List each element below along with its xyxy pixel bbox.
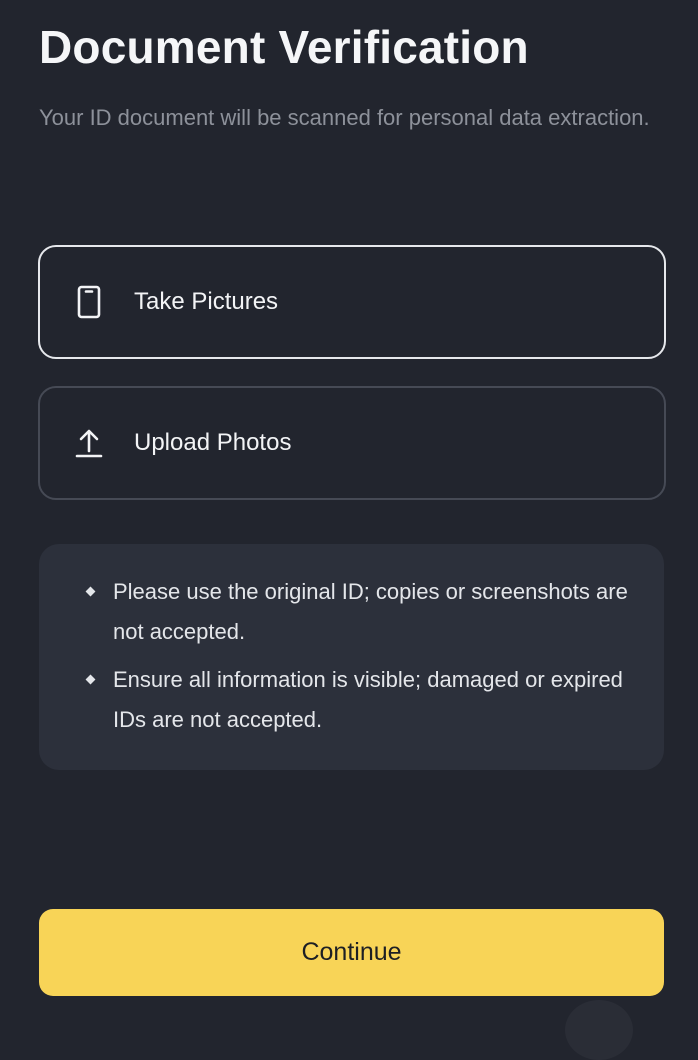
upload-icon: [75, 426, 103, 460]
floating-widget-edge: [565, 1000, 633, 1060]
phone-icon: [75, 285, 103, 319]
diamond-bullet-icon: [85, 674, 96, 685]
requirements-list: Please use the original ID; copies or sc…: [83, 572, 634, 740]
page-title: Document Verification: [39, 21, 529, 73]
diamond-bullet-icon: [85, 586, 96, 597]
requirements-panel: Please use the original ID; copies or sc…: [39, 544, 664, 770]
page-subtitle: Your ID document will be scanned for per…: [39, 105, 650, 130]
requirement-text: Please use the original ID; copies or sc…: [113, 579, 628, 644]
requirement-item: Ensure all information is visible; damag…: [83, 660, 634, 740]
requirement-text: Ensure all information is visible; damag…: [113, 667, 623, 732]
take-pictures-option[interactable]: Take Pictures: [38, 245, 666, 359]
take-pictures-label: Take Pictures: [134, 288, 279, 315]
upload-photos-option[interactable]: Upload Photos: [38, 386, 666, 500]
requirement-item: Please use the original ID; copies or sc…: [83, 572, 634, 652]
upload-photos-label: Upload Photos: [134, 429, 292, 456]
continue-button[interactable]: Continue: [39, 909, 664, 996]
